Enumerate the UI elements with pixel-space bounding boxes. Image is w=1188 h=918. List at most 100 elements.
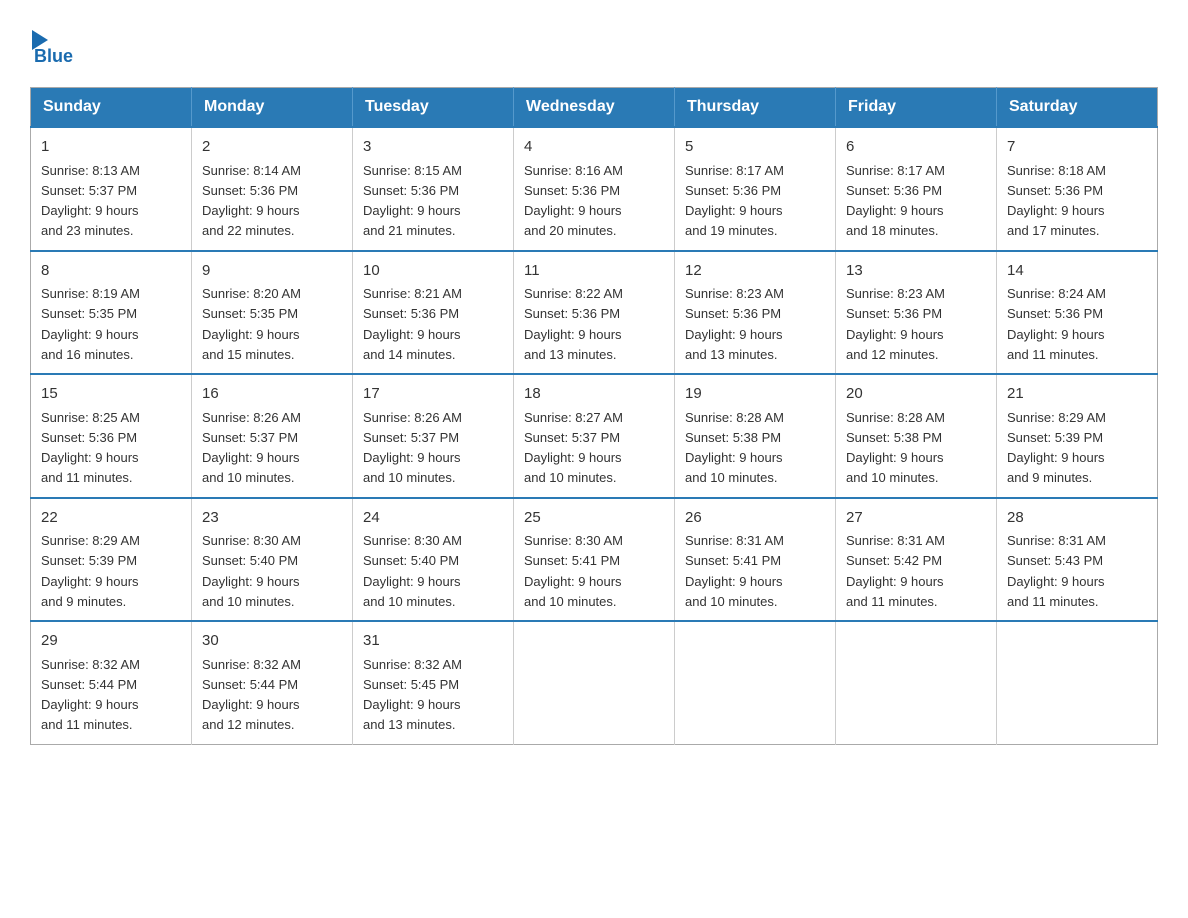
calendar-cell: 1 Sunrise: 8:13 AMSunset: 5:37 PMDaylight… — [31, 127, 192, 251]
calendar-cell: 31 Sunrise: 8:32 AMSunset: 5:45 PMDayligh… — [353, 621, 514, 744]
header-saturday: Saturday — [997, 88, 1158, 128]
day-info: Sunrise: 8:14 AMSunset: 5:36 PMDaylight:… — [202, 163, 301, 239]
calendar-cell: 28 Sunrise: 8:31 AMSunset: 5:43 PMDayligh… — [997, 498, 1158, 622]
day-number: 18 — [524, 383, 664, 406]
day-info: Sunrise: 8:18 AMSunset: 5:36 PMDaylight:… — [1007, 163, 1106, 239]
logo-subtitle: Blue — [34, 46, 73, 67]
calendar-cell — [836, 621, 997, 744]
calendar-cell: 14 Sunrise: 8:24 AMSunset: 5:36 PMDayligh… — [997, 251, 1158, 375]
calendar-cell: 15Sunrise: 8:25 AMSunset: 5:36 PMDayligh… — [31, 374, 192, 498]
day-info: Sunrise: 8:17 AMSunset: 5:36 PMDaylight:… — [685, 163, 784, 239]
day-number: 24 — [363, 507, 503, 530]
day-number: 16 — [202, 383, 342, 406]
day-info: Sunrise: 8:15 AMSunset: 5:36 PMDaylight:… — [363, 163, 462, 239]
day-number: 23 — [202, 507, 342, 530]
calendar-cell: 30Sunrise: 8:32 AMSunset: 5:44 PMDayligh… — [192, 621, 353, 744]
day-number: 21 — [1007, 383, 1147, 406]
day-info: Sunrise: 8:32 AMSunset: 5:44 PMDaylight:… — [41, 657, 140, 733]
day-info: Sunrise: 8:26 AMSunset: 5:37 PMDaylight:… — [363, 410, 462, 486]
calendar-cell: 21 Sunrise: 8:29 AMSunset: 5:39 PMDayligh… — [997, 374, 1158, 498]
day-info: Sunrise: 8:26 AMSunset: 5:37 PMDaylight:… — [202, 410, 301, 486]
logo: Blue — [30, 30, 73, 67]
header-tuesday: Tuesday — [353, 88, 514, 128]
calendar-cell: 3 Sunrise: 8:15 AMSunset: 5:36 PMDaylight… — [353, 127, 514, 251]
day-info: Sunrise: 8:31 AMSunset: 5:43 PMDaylight:… — [1007, 533, 1106, 609]
day-info: Sunrise: 8:29 AMSunset: 5:39 PMDaylight:… — [1007, 410, 1106, 486]
calendar-table: SundayMondayTuesdayWednesdayThursdayFrid… — [30, 87, 1158, 745]
day-info: Sunrise: 8:20 AMSunset: 5:35 PMDaylight:… — [202, 286, 301, 362]
calendar-cell: 23Sunrise: 8:30 AMSunset: 5:40 PMDayligh… — [192, 498, 353, 622]
calendar-cell — [997, 621, 1158, 744]
day-info: Sunrise: 8:23 AMSunset: 5:36 PMDaylight:… — [685, 286, 784, 362]
calendar-cell: 20Sunrise: 8:28 AMSunset: 5:38 PMDayligh… — [836, 374, 997, 498]
day-info: Sunrise: 8:29 AMSunset: 5:39 PMDaylight:… — [41, 533, 140, 609]
day-number: 12 — [685, 260, 825, 283]
day-number: 22 — [41, 507, 181, 530]
calendar-week-3: 15Sunrise: 8:25 AMSunset: 5:36 PMDayligh… — [31, 374, 1158, 498]
day-info: Sunrise: 8:30 AMSunset: 5:40 PMDaylight:… — [363, 533, 462, 609]
calendar-cell: 2 Sunrise: 8:14 AMSunset: 5:36 PMDaylight… — [192, 127, 353, 251]
calendar-cell: 6Sunrise: 8:17 AMSunset: 5:36 PMDaylight… — [836, 127, 997, 251]
day-number: 25 — [524, 507, 664, 530]
header-friday: Friday — [836, 88, 997, 128]
calendar-week-4: 22 Sunrise: 8:29 AMSunset: 5:39 PMDayligh… — [31, 498, 1158, 622]
header-monday: Monday — [192, 88, 353, 128]
day-number: 14 — [1007, 260, 1147, 283]
calendar-week-2: 8 Sunrise: 8:19 AMSunset: 5:35 PMDaylight… — [31, 251, 1158, 375]
calendar-cell: 17Sunrise: 8:26 AMSunset: 5:37 PMDayligh… — [353, 374, 514, 498]
day-number: 3 — [363, 136, 503, 159]
day-info: Sunrise: 8:28 AMSunset: 5:38 PMDaylight:… — [846, 410, 945, 486]
calendar-cell: 12 Sunrise: 8:23 AMSunset: 5:36 PMDayligh… — [675, 251, 836, 375]
day-number: 9 — [202, 260, 342, 283]
day-info: Sunrise: 8:28 AMSunset: 5:38 PMDaylight:… — [685, 410, 784, 486]
calendar-cell: 25 Sunrise: 8:30 AMSunset: 5:41 PMDayligh… — [514, 498, 675, 622]
day-info: Sunrise: 8:32 AMSunset: 5:44 PMDaylight:… — [202, 657, 301, 733]
day-number: 7 — [1007, 136, 1147, 159]
day-info: Sunrise: 8:13 AMSunset: 5:37 PMDaylight:… — [41, 163, 140, 239]
calendar-cell: 13 Sunrise: 8:23 AMSunset: 5:36 PMDayligh… — [836, 251, 997, 375]
calendar-cell: 8 Sunrise: 8:19 AMSunset: 5:35 PMDaylight… — [31, 251, 192, 375]
calendar-cell: 27Sunrise: 8:31 AMSunset: 5:42 PMDayligh… — [836, 498, 997, 622]
calendar-body: 1 Sunrise: 8:13 AMSunset: 5:37 PMDaylight… — [31, 127, 1158, 744]
day-number: 15 — [41, 383, 181, 406]
day-info: Sunrise: 8:23 AMSunset: 5:36 PMDaylight:… — [846, 286, 945, 362]
day-number: 4 — [524, 136, 664, 159]
day-number: 19 — [685, 383, 825, 406]
calendar-cell — [514, 621, 675, 744]
calendar-week-5: 29 Sunrise: 8:32 AMSunset: 5:44 PMDayligh… — [31, 621, 1158, 744]
day-info: Sunrise: 8:27 AMSunset: 5:37 PMDaylight:… — [524, 410, 623, 486]
day-info: Sunrise: 8:22 AMSunset: 5:36 PMDaylight:… — [524, 286, 623, 362]
day-number: 28 — [1007, 507, 1147, 530]
header-thursday: Thursday — [675, 88, 836, 128]
day-info: Sunrise: 8:16 AMSunset: 5:36 PMDaylight:… — [524, 163, 623, 239]
calendar-cell: 29 Sunrise: 8:32 AMSunset: 5:44 PMDayligh… — [31, 621, 192, 744]
day-info: Sunrise: 8:24 AMSunset: 5:36 PMDaylight:… — [1007, 286, 1106, 362]
header-sunday: Sunday — [31, 88, 192, 128]
day-number: 10 — [363, 260, 503, 283]
day-number: 6 — [846, 136, 986, 159]
day-info: Sunrise: 8:30 AMSunset: 5:41 PMDaylight:… — [524, 533, 623, 609]
calendar-cell: 16 Sunrise: 8:26 AMSunset: 5:37 PMDayligh… — [192, 374, 353, 498]
header-row: SundayMondayTuesdayWednesdayThursdayFrid… — [31, 88, 1158, 128]
day-info: Sunrise: 8:31 AMSunset: 5:41 PMDaylight:… — [685, 533, 784, 609]
header-wednesday: Wednesday — [514, 88, 675, 128]
day-info: Sunrise: 8:32 AMSunset: 5:45 PMDaylight:… — [363, 657, 462, 733]
calendar-cell: 10 Sunrise: 8:21 AMSunset: 5:36 PMDayligh… — [353, 251, 514, 375]
calendar-cell: 22 Sunrise: 8:29 AMSunset: 5:39 PMDayligh… — [31, 498, 192, 622]
day-number: 29 — [41, 630, 181, 653]
calendar-cell: 19 Sunrise: 8:28 AMSunset: 5:38 PMDayligh… — [675, 374, 836, 498]
day-info: Sunrise: 8:19 AMSunset: 5:35 PMDaylight:… — [41, 286, 140, 362]
calendar-cell: 11 Sunrise: 8:22 AMSunset: 5:36 PMDayligh… — [514, 251, 675, 375]
day-number: 31 — [363, 630, 503, 653]
calendar-week-1: 1 Sunrise: 8:13 AMSunset: 5:37 PMDaylight… — [31, 127, 1158, 251]
day-number: 13 — [846, 260, 986, 283]
day-number: 26 — [685, 507, 825, 530]
day-info: Sunrise: 8:21 AMSunset: 5:36 PMDaylight:… — [363, 286, 462, 362]
page-header: Blue — [30, 30, 1158, 67]
day-number: 11 — [524, 260, 664, 283]
calendar-cell: 18 Sunrise: 8:27 AMSunset: 5:37 PMDayligh… — [514, 374, 675, 498]
day-number: 1 — [41, 136, 181, 159]
day-number: 2 — [202, 136, 342, 159]
day-number: 8 — [41, 260, 181, 283]
calendar-cell: 9 Sunrise: 8:20 AMSunset: 5:35 PMDaylight… — [192, 251, 353, 375]
